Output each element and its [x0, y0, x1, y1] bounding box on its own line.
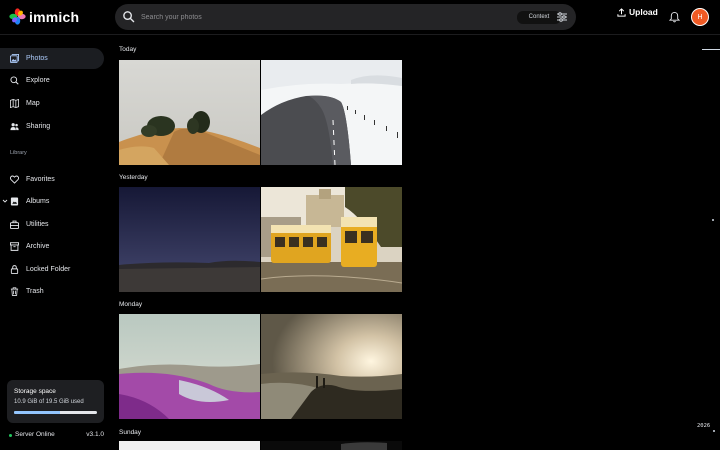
photo-image	[261, 187, 402, 292]
storage-title: Storage space	[14, 388, 56, 395]
sidebar-item-utilities[interactable]: Utilities	[0, 214, 104, 235]
sidebar-item-locked-folder[interactable]: Locked Folder	[0, 259, 104, 280]
sidebar-item-archive[interactable]: Archive	[0, 236, 104, 257]
search-input[interactable]	[141, 8, 501, 26]
timeline-scrubber-year[interactable]: 2026	[697, 423, 710, 429]
server-status[interactable]: Server Online v3.1.0	[9, 431, 104, 441]
sidebar-item-favorites[interactable]: Favorites	[0, 169, 104, 190]
explore-icon	[10, 76, 19, 85]
sidebar-item-label: Trash	[26, 288, 44, 295]
photo-thumbnail[interactable]	[119, 60, 260, 165]
user-avatar[interactable]: H	[691, 8, 709, 26]
photo-thumbnail[interactable]	[119, 314, 260, 419]
date-group-title: Sunday	[119, 429, 142, 436]
albums-icon	[10, 197, 19, 206]
immich-logo[interactable]: immich	[9, 8, 79, 25]
photo-thumbnail[interactable]	[261, 60, 402, 165]
search-bar[interactable]: Context	[115, 4, 576, 30]
sidebar: Photos Explore Map Sharing Library Favor…	[0, 35, 112, 450]
context-search-toggle[interactable]: Context	[517, 11, 561, 24]
upload-icon	[617, 7, 626, 17]
server-version[interactable]: v3.1.0	[86, 431, 104, 438]
lock-icon	[10, 265, 19, 274]
photo-thumbnail[interactable]	[119, 441, 260, 450]
sidebar-item-label: Utilities	[26, 221, 49, 228]
filter-options-icon[interactable]	[556, 11, 568, 23]
server-status-text: Server Online	[15, 431, 55, 438]
notifications-bell-icon[interactable]	[669, 11, 680, 23]
sidebar-item-albums[interactable]: Albums	[0, 191, 104, 212]
sidebar-item-label: Albums	[26, 198, 50, 205]
chevron-down-icon[interactable]	[2, 198, 8, 204]
heart-icon	[10, 175, 19, 184]
sidebar-item-map[interactable]: Map	[0, 93, 104, 114]
photos-icon	[10, 54, 19, 63]
storage-panel[interactable]: Storage space 10.9 GiB of 19.5 GiB used	[7, 380, 104, 423]
photo-image	[119, 60, 260, 165]
library-section-label: Library	[10, 150, 27, 156]
photo-thumbnail[interactable]	[261, 187, 402, 292]
map-icon	[10, 99, 19, 108]
photo-image	[119, 187, 260, 292]
search-icon[interactable]	[122, 10, 135, 23]
storage-usage-fill	[14, 411, 61, 414]
sidebar-item-label: Photos	[26, 55, 48, 62]
photo-image	[261, 441, 402, 450]
photo-image	[261, 60, 402, 165]
sidebar-item-label: Archive	[26, 243, 50, 250]
sidebar-item-label: Map	[26, 100, 40, 107]
online-indicator	[9, 434, 12, 437]
utilities-icon	[10, 220, 19, 229]
date-group-title: Today	[119, 46, 137, 53]
top-bar: immich Context Upload H	[0, 0, 720, 34]
upload-button[interactable]: Upload	[617, 7, 658, 17]
trash-icon	[10, 287, 19, 296]
upload-label: Upload	[629, 7, 658, 17]
photo-image	[119, 441, 260, 450]
date-group-title: Yesterday	[119, 174, 148, 181]
sidebar-item-label: Favorites	[26, 176, 55, 183]
sidebar-item-photos[interactable]: Photos	[0, 48, 104, 69]
sidebar-item-trash[interactable]: Trash	[0, 281, 104, 302]
photo-image	[261, 314, 402, 419]
photo-thumbnail[interactable]	[119, 187, 260, 292]
timeline-scrubber-marker[interactable]	[712, 219, 714, 221]
timeline-scrubber-handle[interactable]	[702, 49, 720, 50]
photo-thumbnail[interactable]	[261, 441, 402, 450]
storage-usage-bar	[14, 411, 97, 414]
app-name: immich	[29, 8, 80, 25]
date-group-title: Monday	[119, 301, 143, 308]
sidebar-item-sharing[interactable]: Sharing	[0, 116, 104, 137]
sidebar-item-label: Sharing	[26, 123, 51, 130]
sidebar-item-label: Explore	[26, 77, 50, 84]
storage-used-text: 10.9 GiB of 19.5 GiB used	[14, 399, 84, 405]
timeline-scrubber-marker[interactable]	[713, 430, 715, 432]
sidebar-item-label: Locked Folder	[26, 266, 71, 273]
photo-image	[119, 314, 260, 419]
archive-icon	[10, 242, 19, 251]
photo-thumbnail[interactable]	[261, 314, 402, 419]
sharing-icon	[10, 123, 19, 131]
sidebar-item-explore[interactable]: Explore	[0, 70, 104, 91]
immich-logo-icon	[9, 8, 26, 25]
